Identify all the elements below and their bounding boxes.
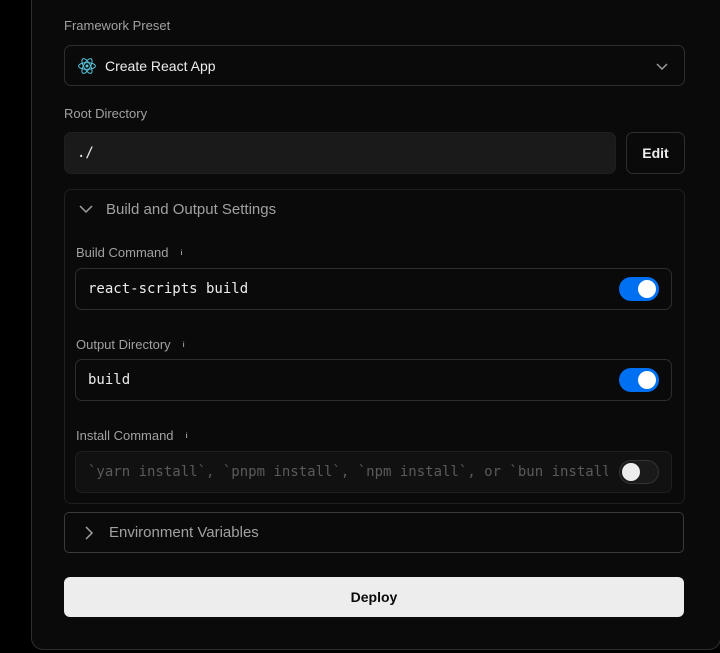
- build-command-value: react-scripts build: [88, 281, 249, 297]
- install-command-placeholder: `yarn install`, `pnpm install`, `npm ins…: [88, 464, 608, 480]
- root-directory-input[interactable]: ./: [64, 132, 616, 174]
- install-command-override-toggle[interactable]: [619, 460, 659, 484]
- output-directory-override-toggle[interactable]: [619, 368, 659, 392]
- framework-preset-value: Create React App: [105, 57, 216, 74]
- output-directory-field[interactable]: build: [75, 359, 672, 401]
- framework-preset-label: Framework Preset: [64, 18, 171, 33]
- build-output-settings-toggle[interactable]: Build and Output Settings: [78, 200, 276, 218]
- toggle-knob: [638, 280, 656, 298]
- info-icon[interactable]: i: [182, 432, 192, 442]
- chevron-right-icon: [81, 525, 109, 541]
- install-command-field[interactable]: `yarn install`, `pnpm install`, `npm ins…: [75, 451, 672, 493]
- build-command-label: Build Command i: [76, 245, 187, 260]
- install-command-label: Install Command i: [76, 428, 192, 443]
- toggle-knob: [622, 463, 640, 481]
- deploy-button[interactable]: Deploy: [64, 577, 684, 617]
- build-command-override-toggle[interactable]: [619, 277, 659, 301]
- react-logo-icon: [77, 56, 97, 76]
- environment-variables-toggle[interactable]: Environment Variables: [64, 512, 684, 553]
- framework-preset-select[interactable]: Create React App: [64, 45, 685, 86]
- build-command-field[interactable]: react-scripts build: [75, 268, 672, 310]
- toggle-knob: [638, 371, 656, 389]
- info-icon[interactable]: i: [179, 341, 189, 351]
- environment-variables-title: Environment Variables: [109, 524, 259, 541]
- build-output-settings-title: Build and Output Settings: [106, 200, 277, 218]
- root-directory-label: Root Directory: [64, 106, 148, 121]
- output-directory-value: build: [88, 372, 131, 388]
- info-icon[interactable]: i: [177, 249, 187, 259]
- chevron-down-icon: [654, 58, 670, 79]
- edit-root-button[interactable]: Edit: [626, 132, 685, 174]
- chevron-down-icon: [78, 201, 106, 217]
- output-directory-label: Output Directory i: [76, 337, 189, 352]
